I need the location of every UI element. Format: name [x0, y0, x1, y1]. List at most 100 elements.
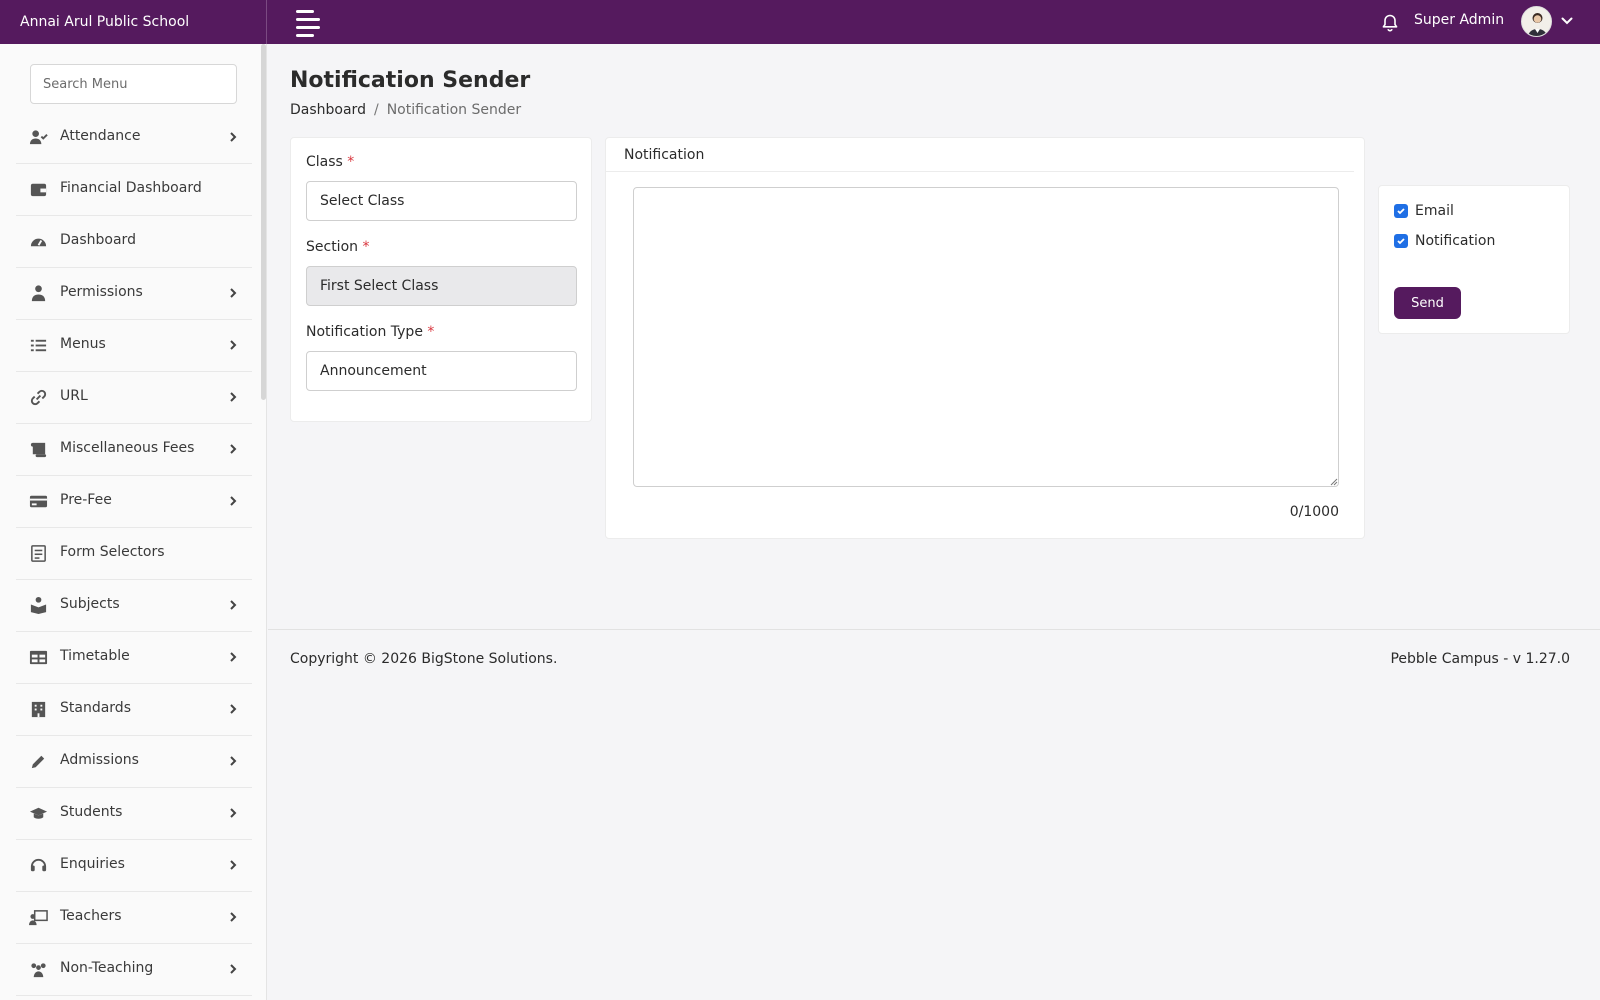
- building-icon: [31, 701, 46, 718]
- sidebar-item-label: Standards: [60, 700, 131, 716]
- checkbox-checked-icon[interactable]: [1394, 204, 1408, 218]
- sidebar-item-label: Timetable: [60, 648, 130, 664]
- sidebar-item-dashboard[interactable]: Dashboard: [16, 216, 252, 268]
- sidebar-item-non-teaching[interactable]: Non-Teaching: [16, 944, 252, 996]
- breadcrumb: Dashboard / Notification Sender: [290, 102, 521, 118]
- copyright-text: Copyright © 2026 BigStone Solutions.: [290, 651, 558, 667]
- sidebar-item-pre-fee[interactable]: Pre-Fee: [16, 476, 252, 528]
- version-text: Pebble Campus - v 1.27.0: [1390, 651, 1570, 667]
- notification-message-input[interactable]: [633, 187, 1339, 487]
- sidebar-item-label: Teachers: [60, 908, 122, 924]
- sidebar-item-permissions[interactable]: Permissions: [16, 268, 252, 320]
- sidebar-item-label: Miscellaneous Fees: [60, 440, 195, 456]
- filter-card: Class * Select Class Section * First Sel…: [290, 137, 592, 422]
- notification-type-label: Notification Type *: [306, 324, 435, 340]
- menu-toggle-icon[interactable]: [296, 10, 322, 37]
- sidebar-item-label: Students: [60, 804, 123, 820]
- chevron-right-icon: [230, 964, 237, 974]
- gauge-icon: [30, 238, 47, 247]
- email-checkbox-label: Email: [1415, 203, 1454, 219]
- sidebar-item-attendance[interactable]: Attendance: [16, 112, 252, 164]
- user-name[interactable]: Super Admin: [1414, 12, 1504, 28]
- chevron-right-icon: [230, 288, 237, 298]
- headset-icon: [30, 858, 47, 872]
- sidebar: Attendance Financial Dashboard Dashboard…: [0, 44, 267, 1000]
- notification-card: Notification 0/1000: [605, 137, 1365, 539]
- sidebar-item-label: Non-Teaching: [60, 960, 154, 976]
- character-count: 0/1000: [1289, 504, 1339, 520]
- sidebar-item-label: Dashboard: [60, 232, 136, 248]
- resize-grip-icon[interactable]: [1329, 477, 1338, 486]
- chevron-right-icon: [230, 340, 237, 350]
- user-check-icon: [29, 130, 48, 145]
- sidebar-item-label: URL: [60, 388, 88, 404]
- notification-checkbox[interactable]: Notification: [1394, 233, 1495, 249]
- notification-type-select[interactable]: Announcement: [306, 351, 577, 391]
- graduation-cap-icon: [29, 807, 48, 819]
- sidebar-item-miscellaneous-fees[interactable]: Miscellaneous Fees: [16, 424, 252, 476]
- sidebar-item-label: Admissions: [60, 752, 139, 768]
- sidebar-menu: Attendance Financial Dashboard Dashboard…: [16, 112, 252, 996]
- sidebar-item-label: Form Selectors: [60, 544, 165, 560]
- top-bar: Annai Arul Public School Super Admin: [0, 0, 1600, 44]
- sidebar-item-teachers[interactable]: Teachers: [16, 892, 252, 944]
- breadcrumb-current: Notification Sender: [386, 102, 522, 118]
- sidebar-item-label: Subjects: [60, 596, 120, 612]
- pencil-icon: [31, 755, 45, 769]
- book-reader-icon: [30, 596, 47, 615]
- checkbox-checked-icon[interactable]: [1394, 234, 1408, 248]
- chevron-right-icon: [230, 392, 237, 402]
- chevron-right-icon: [230, 912, 237, 922]
- link-icon: [30, 389, 47, 406]
- chevron-right-icon: [230, 600, 237, 610]
- chevron-down-icon[interactable]: [1560, 14, 1574, 28]
- page-title: Notification Sender: [290, 68, 531, 93]
- bell-icon[interactable]: [1380, 13, 1400, 33]
- chevron-right-icon: [230, 496, 237, 506]
- sidebar-item-enquiries[interactable]: Enquiries: [16, 840, 252, 892]
- sidebar-item-url[interactable]: URL: [16, 372, 252, 424]
- chalkboard-teacher-icon: [29, 910, 48, 926]
- sidebar-item-label: Enquiries: [60, 856, 125, 872]
- chevron-right-icon: [230, 704, 237, 714]
- sidebar-item-label: Pre-Fee: [60, 492, 112, 508]
- chevron-right-icon: [230, 132, 237, 142]
- sidebar-scrollbar[interactable]: [261, 44, 266, 400]
- wallet-icon: [30, 183, 47, 197]
- breadcrumb-separator: /: [373, 102, 379, 118]
- send-button[interactable]: Send: [1394, 287, 1461, 319]
- sidebar-item-admissions[interactable]: Admissions: [16, 736, 252, 788]
- list-icon: [30, 339, 47, 352]
- form-icon: [31, 545, 46, 562]
- users-icon: [31, 963, 46, 978]
- sidebar-item-label: Permissions: [60, 284, 143, 300]
- credit-card-icon: [29, 495, 48, 508]
- class-select[interactable]: Select Class: [306, 181, 577, 221]
- sidebar-item-standards[interactable]: Standards: [16, 684, 252, 736]
- sidebar-item-label: Financial Dashboard: [60, 180, 202, 196]
- class-label: Class *: [306, 154, 355, 170]
- chevron-right-icon: [230, 444, 237, 454]
- notification-card-header: Notification: [606, 138, 1354, 172]
- sidebar-item-menus[interactable]: Menus: [16, 320, 252, 372]
- user-shield-icon: [31, 285, 46, 302]
- sidebar-item-financial-dashboard[interactable]: Financial Dashboard: [16, 164, 252, 216]
- section-select: First Select Class: [306, 266, 577, 306]
- send-options-card: Email Notification Send: [1378, 185, 1570, 334]
- chevron-right-icon: [230, 860, 237, 870]
- breadcrumb-dashboard-link[interactable]: Dashboard: [290, 102, 366, 118]
- scroll-icon: [30, 442, 47, 458]
- avatar[interactable]: [1521, 6, 1552, 37]
- school-name[interactable]: Annai Arul Public School: [0, 0, 267, 44]
- section-label: Section *: [306, 239, 370, 255]
- footer-divider: [268, 629, 1600, 630]
- sidebar-item-timetable[interactable]: Timetable: [16, 632, 252, 684]
- chevron-right-icon: [230, 652, 237, 662]
- email-checkbox[interactable]: Email: [1394, 203, 1454, 219]
- table-icon: [29, 650, 48, 665]
- chevron-right-icon: [230, 808, 237, 818]
- sidebar-item-students[interactable]: Students: [16, 788, 252, 840]
- search-menu-input[interactable]: [30, 64, 237, 104]
- sidebar-item-form-selectors[interactable]: Form Selectors: [16, 528, 252, 580]
- sidebar-item-subjects[interactable]: Subjects: [16, 580, 252, 632]
